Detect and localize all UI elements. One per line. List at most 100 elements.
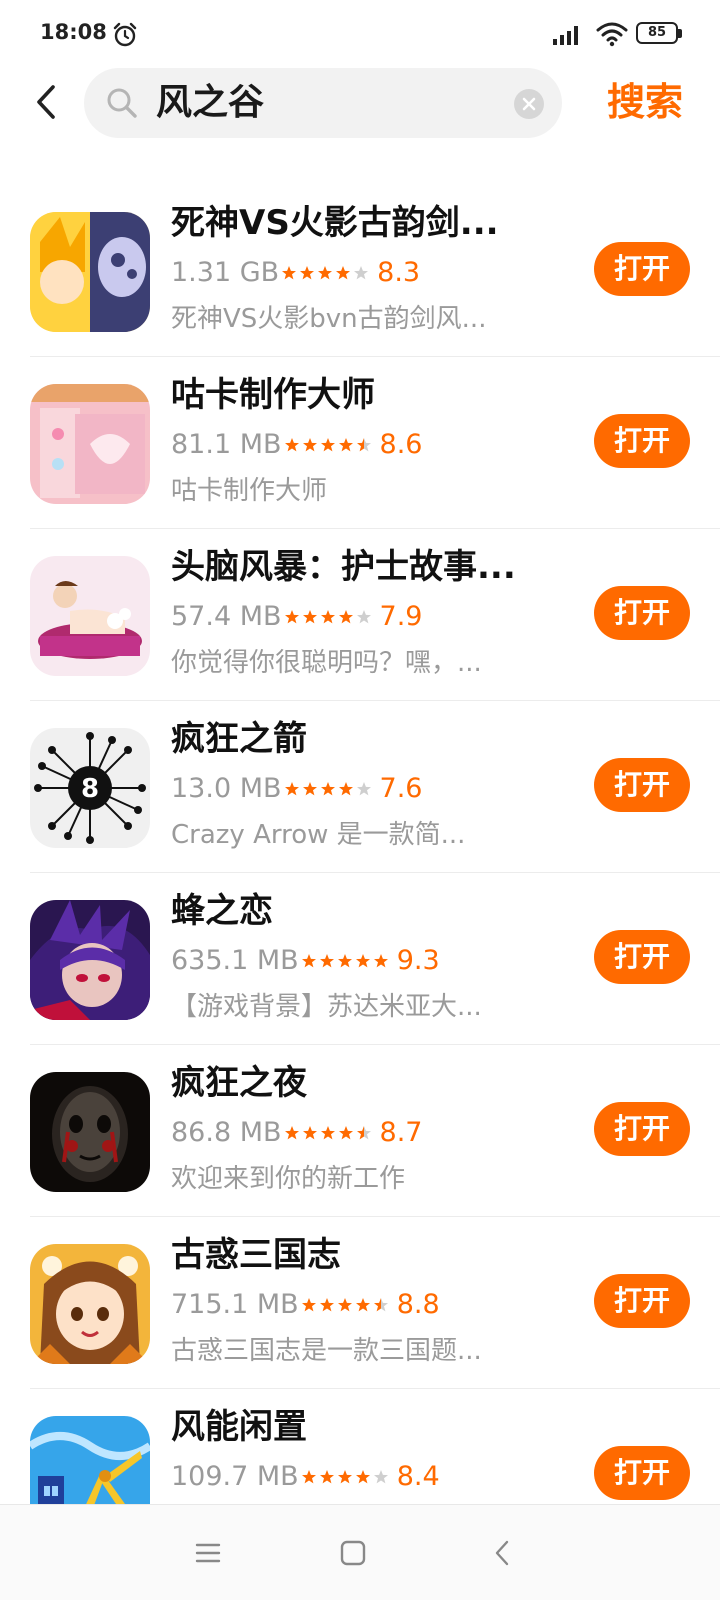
- open-button[interactable]: 打开: [594, 1102, 690, 1156]
- navigation-bar: [0, 1504, 720, 1600]
- star-full-icon: [320, 782, 335, 796]
- search-box[interactable]: [84, 68, 562, 138]
- app-meta: 715.1 MB 8.8: [171, 1287, 440, 1323]
- alarm-icon: [113, 22, 137, 47]
- app-icon[interactable]: [30, 1244, 150, 1364]
- app-list-item[interactable]: 死神VS火影古韵剑... 1.31 GB 8.3 死神VS火影bvn古韵剑风... 打开: [0, 185, 720, 357]
- app-rating: 9.3: [396, 945, 440, 976]
- app-size: 81.1 MB: [171, 429, 282, 460]
- app-icon[interactable]: [30, 900, 150, 1020]
- star-full-icon: [355, 1298, 370, 1312]
- app-size: 57.4 MB: [171, 601, 282, 632]
- app-size: 13.0 MB: [171, 773, 282, 804]
- app-size: 635.1 MB: [171, 945, 299, 976]
- star-empty-icon: [356, 782, 371, 796]
- star-empty-icon: [373, 1470, 388, 1484]
- open-button[interactable]: 打开: [594, 1446, 690, 1500]
- star-full-icon: [337, 1298, 352, 1312]
- wifi-icon: [596, 22, 628, 47]
- app-size: 715.1 MB: [171, 1289, 299, 1320]
- app-list-item[interactable]: 疯狂之夜 86.8 MB 8.7 欢迎来到你的新工作 打开: [0, 1045, 720, 1217]
- app-list-item[interactable]: 8 疯狂之箭 13.0 MB 7.6 Crazy Arrow 是一款简... 打开: [0, 701, 720, 873]
- open-button[interactable]: 打开: [594, 242, 690, 296]
- star-full-icon: [338, 1126, 353, 1140]
- star-full-icon: [320, 610, 335, 624]
- open-button[interactable]: 打开: [594, 930, 690, 984]
- app-name: 疯狂之夜: [171, 1063, 307, 1103]
- star-full-icon: [284, 782, 299, 796]
- app-icon[interactable]: [30, 1072, 150, 1192]
- star-rating: [281, 265, 371, 281]
- app-meta: 86.8 MB 8.7: [171, 1115, 422, 1151]
- nav-back-button[interactable]: [482, 1535, 522, 1571]
- star-rating: [284, 781, 374, 797]
- battery-level: 85: [647, 25, 667, 40]
- star-full-icon: [337, 954, 352, 968]
- star-full-icon: [338, 782, 353, 796]
- star-full-icon: [319, 1470, 334, 1484]
- open-button[interactable]: 打开: [594, 414, 690, 468]
- star-full-icon: [284, 1126, 299, 1140]
- search-input[interactable]: [156, 78, 486, 128]
- app-name: 蜂之恋: [171, 891, 273, 931]
- app-name: 古惑三国志: [171, 1235, 341, 1275]
- app-name: 疯狂之箭: [171, 719, 307, 759]
- star-full-icon: [373, 954, 388, 968]
- star-full-icon: [302, 438, 317, 452]
- star-half-icon: [356, 438, 371, 452]
- app-meta: 81.1 MB 8.6: [171, 427, 422, 463]
- app-description: 你觉得你很聪明吗？嘿，...: [171, 648, 482, 678]
- clear-button[interactable]: [514, 89, 544, 119]
- app-list: 死神VS火影古韵剑... 1.31 GB 8.3 死神VS火影bvn古韵剑风... 打开…: [0, 185, 720, 1561]
- app-size: 109.7 MB: [171, 1461, 299, 1492]
- star-full-icon: [355, 1470, 370, 1484]
- star-full-icon: [338, 438, 353, 452]
- star-full-icon: [301, 1470, 316, 1484]
- star-full-icon: [302, 782, 317, 796]
- signal-icon: [553, 26, 578, 45]
- app-rating: 8.3: [377, 257, 421, 288]
- app-description: Crazy Arrow 是一款简...: [171, 820, 466, 850]
- star-full-icon: [284, 438, 299, 452]
- app-list-item[interactable]: 咕卡制作大师 81.1 MB 8.6 咕卡制作大师 打开: [0, 357, 720, 529]
- app-description: 欢迎来到你的新工作: [171, 1164, 406, 1194]
- app-meta: 635.1 MB 9.3: [171, 943, 440, 979]
- home-button[interactable]: [333, 1535, 373, 1571]
- app-rating: 8.7: [379, 1117, 423, 1148]
- search-button[interactable]: 搜索: [590, 74, 700, 130]
- app-name: 头脑风暴：护士故事...: [171, 547, 516, 587]
- star-full-icon: [337, 1470, 352, 1484]
- star-full-icon: [301, 954, 316, 968]
- open-button[interactable]: 打开: [594, 758, 690, 812]
- app-icon[interactable]: [30, 556, 150, 676]
- app-list-item[interactable]: 古惑三国志 715.1 MB 8.8 古惑三国志是一款三国题... 打开: [0, 1217, 720, 1389]
- app-size: 1.31 GB: [171, 257, 280, 288]
- app-description: 咕卡制作大师: [171, 476, 328, 506]
- open-button[interactable]: 打开: [594, 1274, 690, 1328]
- app-icon[interactable]: 8: [30, 728, 150, 848]
- app-icon[interactable]: [30, 384, 150, 504]
- app-rating: 7.9: [379, 601, 423, 632]
- app-icon[interactable]: [30, 212, 150, 332]
- app-rating: 7.6: [379, 773, 423, 804]
- search-header: 搜索: [0, 66, 720, 146]
- star-full-icon: [318, 266, 333, 280]
- app-meta: 57.4 MB 7.9: [171, 599, 422, 635]
- star-rating: [301, 953, 391, 969]
- app-rating: 8.8: [396, 1289, 440, 1320]
- star-full-icon: [320, 438, 335, 452]
- star-rating: [284, 1125, 374, 1141]
- star-rating: [301, 1469, 391, 1485]
- app-description: 【游戏背景】苏达米亚大...: [171, 992, 482, 1022]
- star-full-icon: [301, 1298, 316, 1312]
- menu-button[interactable]: [188, 1535, 228, 1571]
- star-full-icon: [355, 954, 370, 968]
- back-button[interactable]: [28, 80, 64, 124]
- app-description: 死神VS火影bvn古韵剑风...: [171, 304, 487, 334]
- open-button[interactable]: 打开: [594, 586, 690, 640]
- app-name: 风能闲置: [171, 1407, 307, 1447]
- app-list-item[interactable]: 蜂之恋 635.1 MB 9.3 【游戏背景】苏达米亚大... 打开: [0, 873, 720, 1045]
- star-rating: [301, 1297, 391, 1313]
- star-full-icon: [319, 954, 334, 968]
- app-list-item[interactable]: 头脑风暴：护士故事... 57.4 MB 7.9 你觉得你很聪明吗？嘿，... 打开: [0, 529, 720, 701]
